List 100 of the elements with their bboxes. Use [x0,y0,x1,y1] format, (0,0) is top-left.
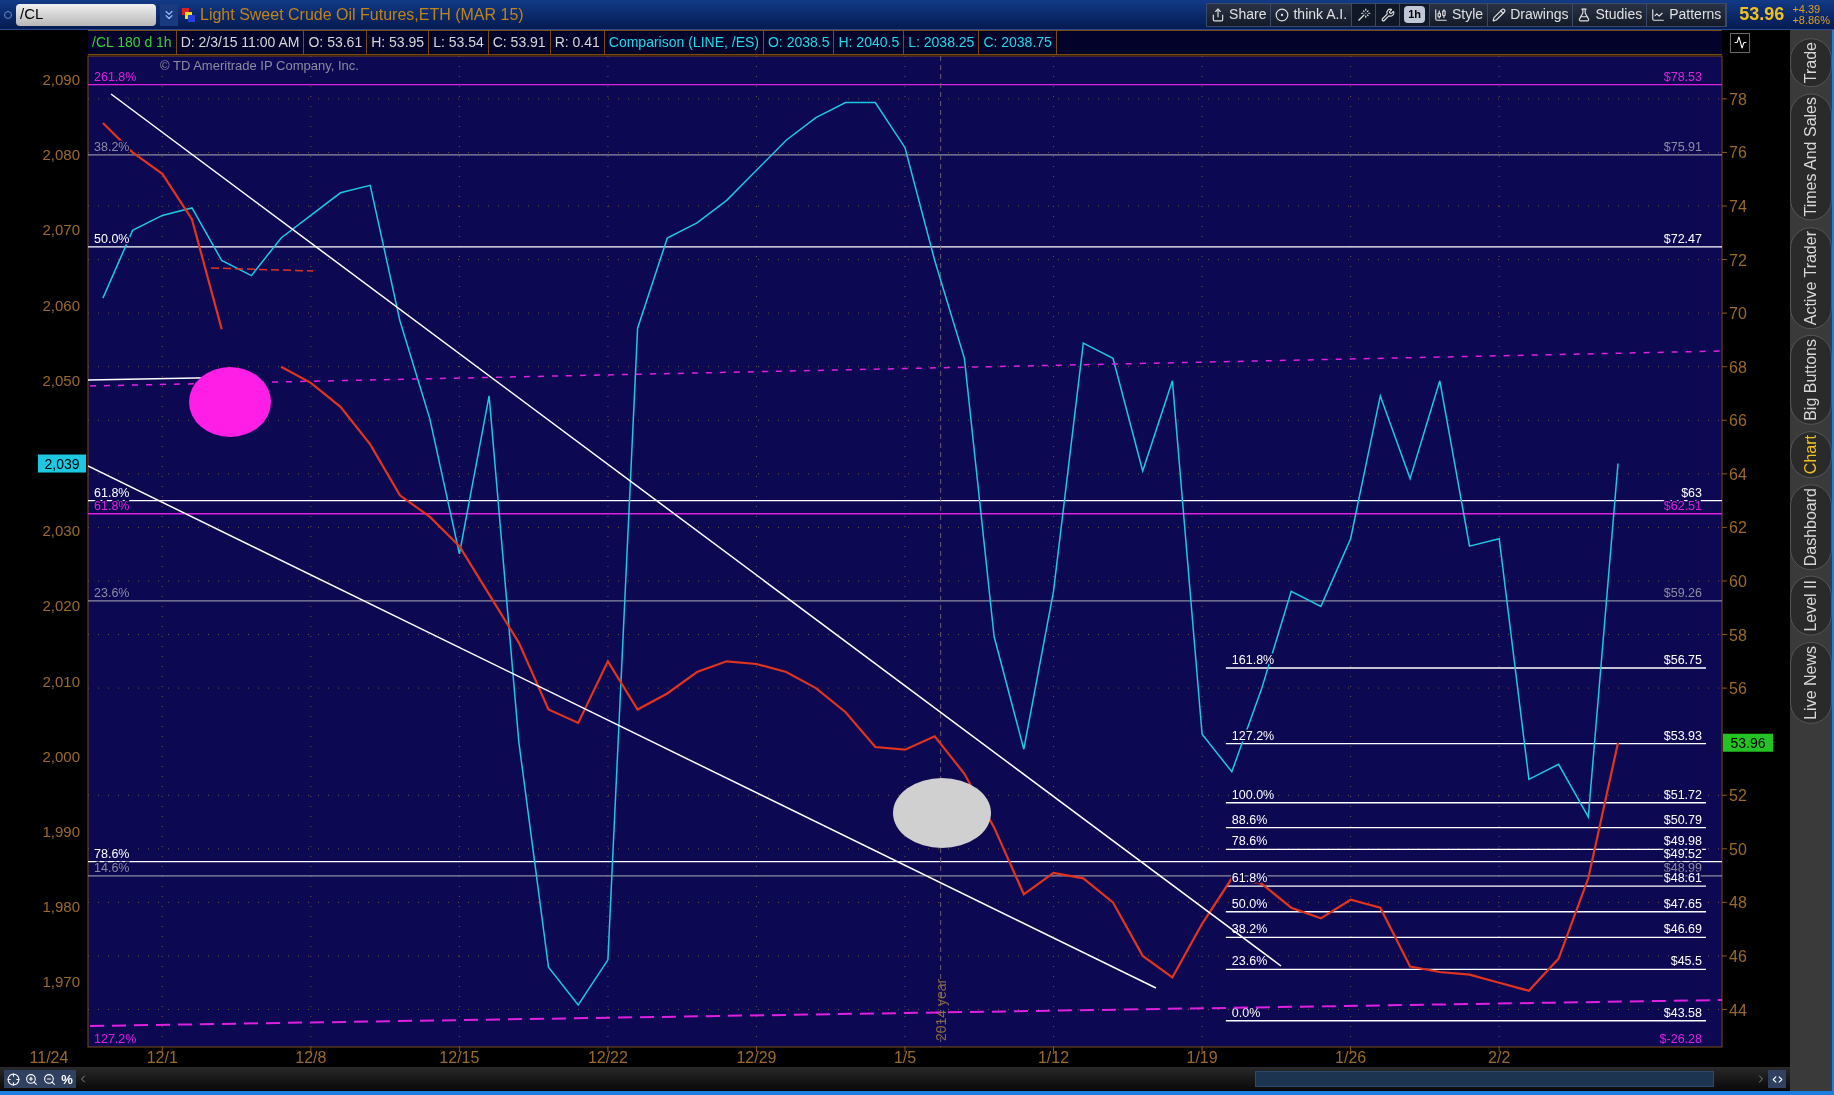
level-label: 78.6% [94,846,130,861]
axis-label: 74 [1729,198,1747,215]
side-tab[interactable]: Big Buttons [1790,334,1832,425]
axis-label: 70 [1729,305,1747,323]
price-label: $45.5 [1670,954,1702,969]
axis-label: 64 [1729,465,1747,483]
level-label: 38.2% [94,139,130,154]
side-tab[interactable]: Trade [1790,38,1832,88]
price-label: $46.69 [1663,922,1702,937]
zoom-out-icon [42,1072,56,1086]
level-label: 78.6% [1231,834,1268,849]
toolbar-button[interactable]: Drawings [1488,3,1574,26]
percent-button[interactable]: % [58,1070,76,1088]
crosshair-button[interactable] [4,1070,22,1088]
axis-label: 46 [1729,947,1747,965]
side-tab[interactable]: Times And Sales [1790,93,1832,221]
axis-label: 60 [1729,572,1747,590]
flask-icon [1577,7,1592,22]
axis-label: 12/29 [736,1049,777,1066]
axis-label: 1/12 [1038,1049,1070,1066]
level-label: 50.0% [94,231,130,246]
axis-label: 1,990 [42,822,80,840]
level-label: 50.0% [1231,896,1268,911]
axis-label: 50 [1729,840,1747,858]
side-tab[interactable]: Level II [1790,576,1832,636]
level-label: 38.2% [1231,922,1268,937]
tool-button[interactable] [1352,3,1377,26]
circle-icon [1275,7,1290,22]
axis-label: 66 [1729,412,1747,430]
side-tab[interactable]: Chart [1790,430,1832,478]
price-label: $53.93 [1663,728,1702,743]
pencil-icon [1492,7,1507,22]
linked-squares-icon [182,7,196,22]
toolbar-button[interactable]: Patterns [1647,3,1727,26]
level-label: 100.0% [1231,787,1275,802]
price-label: $51.72 [1663,787,1702,802]
percent-change: +8.86% [1792,14,1830,26]
tool-button[interactable] [1376,3,1401,26]
level-label: 88.6% [1231,812,1268,827]
axis-label: 12/15 [439,1049,480,1066]
interval-button[interactable]: 1h [1400,3,1430,26]
share-icon [1211,7,1226,22]
quote-field: Comparison (LINE, /ES) [604,31,764,54]
axis-label: 2,070 [42,221,80,239]
level-label: 127.2% [94,1032,137,1046]
axis-label: 58 [1729,626,1747,644]
side-tab[interactable]: Dashboard [1790,483,1832,571]
wand-icon [1356,7,1371,22]
side-tab[interactable]: Live News [1790,641,1832,724]
level-label: 61.8% [94,485,130,500]
last-price: 53.96 [1739,3,1785,26]
level-label: 23.6% [1231,954,1268,969]
axis-label: 2,020 [42,597,80,615]
price-label: $75.91 [1663,139,1702,154]
symbol-dropdown[interactable] [160,3,178,26]
zoom-in-button[interactable] [22,1070,40,1088]
quote-field: D: 2/3/15 11:00 AM [176,31,305,54]
axis-label: 56 [1729,680,1747,698]
price-label: $47.65 [1663,896,1702,911]
quote-field: H: 2040.5 [834,31,905,54]
scrollbar-thumb[interactable] [1255,1071,1714,1087]
price-label: $49.98 [1663,834,1702,849]
toolbar-button[interactable]: Studies [1573,3,1648,26]
symbol-field[interactable]: /CL [16,3,156,26]
price-label: $48.61 [1663,871,1702,886]
toolbar-button[interactable]: Share [1207,3,1272,26]
axis-label: 2,010 [42,672,80,690]
level-label: 0.0% [1231,1005,1261,1020]
zoom-in-icon [24,1072,38,1086]
price-label: $72.47 [1663,231,1702,246]
price-label: $63 [1681,485,1702,500]
axis-label: 1/19 [1186,1049,1218,1066]
level-label: 23.6% [94,585,130,600]
price-label: $56.75 [1663,653,1702,667]
side-tab[interactable]: Active Trader [1790,226,1832,329]
price-badge: 53.96 [1723,733,1773,752]
expand-button[interactable] [1768,1070,1786,1088]
axis-label: 62 [1729,519,1747,537]
axis-label: 11/24 [29,1049,69,1066]
price-label: $78.53 [1663,69,1702,84]
curve-icon [1733,36,1747,49]
chart-mode-button[interactable] [1730,32,1750,53]
axis-label: 78 [1729,90,1747,108]
toolbar-button[interactable]: Style [1430,3,1489,26]
toolbar-button[interactable]: think A.I. [1271,3,1353,26]
axis-label: 1,970 [42,973,80,991]
price-label: $59.26 [1663,585,1702,600]
wrench-icon [1380,7,1395,22]
axis-label: 2,000 [42,747,80,765]
quote-field: C: 2038.75 [979,31,1057,54]
quote-field: C: 53.91 [488,31,551,54]
axis-label: 1,980 [42,898,80,916]
axis-label: 52 [1729,787,1747,805]
price-label: $50.79 [1663,812,1702,827]
axis-label: 12/8 [295,1049,327,1066]
quote-field: L: 2038.25 [904,31,980,54]
level-label: 261.8% [94,69,137,84]
quote-field: O: 53.61 [304,31,368,54]
axis-label: 2,050 [42,371,80,389]
axis-label: 12/22 [587,1049,628,1066]
